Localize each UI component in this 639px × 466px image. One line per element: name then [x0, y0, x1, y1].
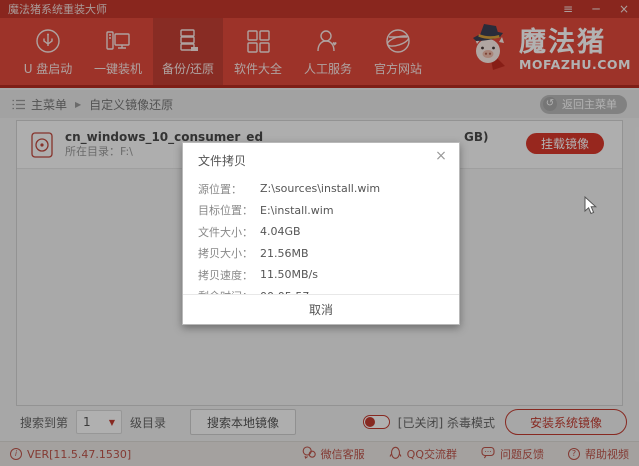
row-label: 文件大小：: [198, 225, 253, 239]
dialog-rows: 源位置： Z:\sources\install.wim 目标位置： E:\ins…: [198, 178, 451, 307]
row-value: 4.04GB: [260, 225, 301, 239]
row-label: 目标位置：: [198, 204, 253, 218]
dialog-row-copied-size: 拷贝大小： 21.56MB: [198, 243, 451, 265]
row-label: 拷贝速度：: [198, 268, 253, 282]
file-copy-dialog: 文件拷贝 × 源位置： Z:\sources\install.wim 目标位置：…: [182, 142, 460, 325]
row-value: E:\install.wim: [260, 203, 334, 217]
dialog-title: 文件拷贝: [198, 154, 247, 168]
row-value: 21.56MB: [260, 246, 309, 260]
dialog-row-copy-speed: 拷贝速度： 11.50MB/s: [198, 264, 451, 286]
dialog-row-target: 目标位置： E:\install.wim: [198, 200, 451, 222]
mouse-cursor: [584, 195, 598, 219]
row-value: 11.50MB/s: [260, 268, 318, 282]
dialog-row-file-size: 文件大小： 4.04GB: [198, 221, 451, 243]
cancel-button[interactable]: 取消: [183, 294, 459, 324]
dialog-close-icon[interactable]: ×: [433, 148, 449, 164]
app-window: 魔法猪系统重装大师 ≡ ─ × U 盘启动 一键装机 备份/还原 软件大全 人工…: [0, 0, 639, 466]
row-value: Z:\sources\install.wim: [260, 182, 381, 196]
row-label: 源位置：: [198, 182, 242, 196]
dialog-row-source: 源位置： Z:\sources\install.wim: [198, 178, 451, 200]
row-label: 拷贝大小：: [198, 247, 253, 261]
